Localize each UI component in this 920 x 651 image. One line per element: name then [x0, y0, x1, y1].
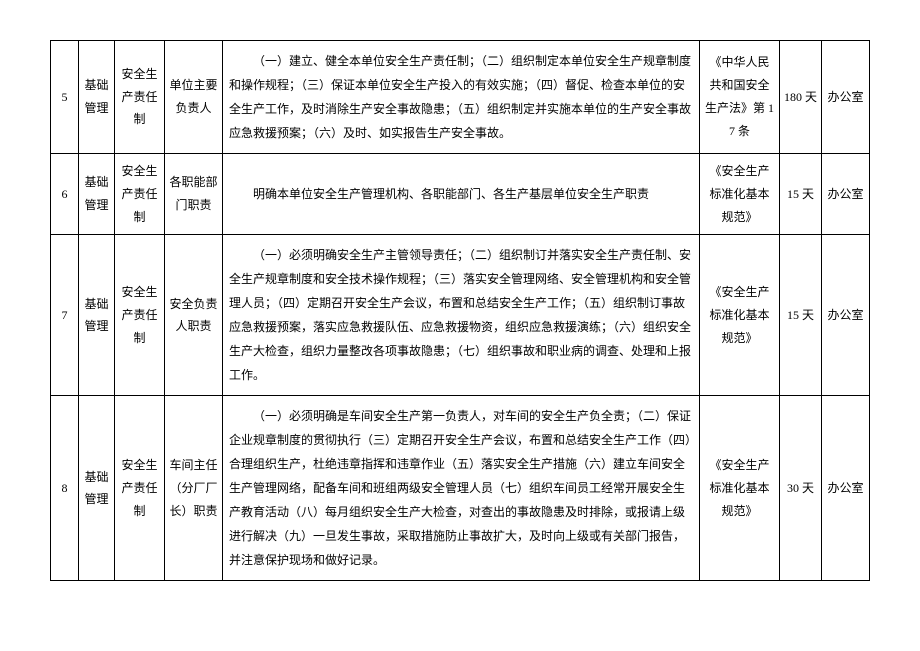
cell-index: 6	[51, 154, 79, 235]
table-body: 5 基础管理 安全生产责任制 单位主要负责人 （一）建立、健全本单位安全生产责任…	[51, 41, 870, 581]
cell-dept: 办公室	[822, 154, 870, 235]
cell-role: 各职能部门职责	[165, 154, 223, 235]
cell-days: 180 天	[780, 41, 822, 154]
cell-dept: 办公室	[822, 41, 870, 154]
cell-role: 车间主任（分厂厂长）职责	[165, 396, 223, 581]
responsibility-table: 5 基础管理 安全生产责任制 单位主要负责人 （一）建立、健全本单位安全生产责任…	[50, 40, 870, 581]
cell-system: 安全生产责任制	[115, 41, 165, 154]
cell-index: 5	[51, 41, 79, 154]
table-row: 8 基础管理 安全生产责任制 车间主任（分厂厂长）职责 （一）必须明确是车间安全…	[51, 396, 870, 581]
cell-dept: 办公室	[822, 396, 870, 581]
cell-system: 安全生产责任制	[115, 154, 165, 235]
cell-role: 单位主要负责人	[165, 41, 223, 154]
cell-reference: 《安全生产标准化基本规范》	[700, 396, 780, 581]
cell-category: 基础管理	[79, 41, 115, 154]
cell-content: （一）必须明确是车间安全生产第一负责人，对车间的安全生产负全责；（二）保证企业规…	[223, 396, 700, 581]
cell-system: 安全生产责任制	[115, 396, 165, 581]
cell-index: 7	[51, 235, 79, 396]
cell-dept: 办公室	[822, 235, 870, 396]
cell-days: 30 天	[780, 396, 822, 581]
cell-category: 基础管理	[79, 235, 115, 396]
table-row: 5 基础管理 安全生产责任制 单位主要负责人 （一）建立、健全本单位安全生产责任…	[51, 41, 870, 154]
cell-system: 安全生产责任制	[115, 235, 165, 396]
cell-reference: 《安全生产标准化基本规范》	[700, 235, 780, 396]
table-row: 7 基础管理 安全生产责任制 安全负责人职责 （一）必须明确安全生产主管领导责任…	[51, 235, 870, 396]
cell-category: 基础管理	[79, 154, 115, 235]
cell-content: （一）必须明确安全生产主管领导责任；（二）组织制订并落实安全生产责任制、安全生产…	[223, 235, 700, 396]
cell-content: 明确本单位安全生产管理机构、各职能部门、各生产基层单位安全生产职责	[223, 154, 700, 235]
cell-content: （一）建立、健全本单位安全生产责任制；（二）组织制定本单位安全生产规章制度和操作…	[223, 41, 700, 154]
cell-reference: 《中华人民共和国安全生产法》第 17 条	[700, 41, 780, 154]
cell-index: 8	[51, 396, 79, 581]
cell-reference: 《安全生产标准化基本规范》	[700, 154, 780, 235]
table-row: 6 基础管理 安全生产责任制 各职能部门职责 明确本单位安全生产管理机构、各职能…	[51, 154, 870, 235]
cell-days: 15 天	[780, 154, 822, 235]
cell-category: 基础管理	[79, 396, 115, 581]
cell-role: 安全负责人职责	[165, 235, 223, 396]
cell-days: 15 天	[780, 235, 822, 396]
